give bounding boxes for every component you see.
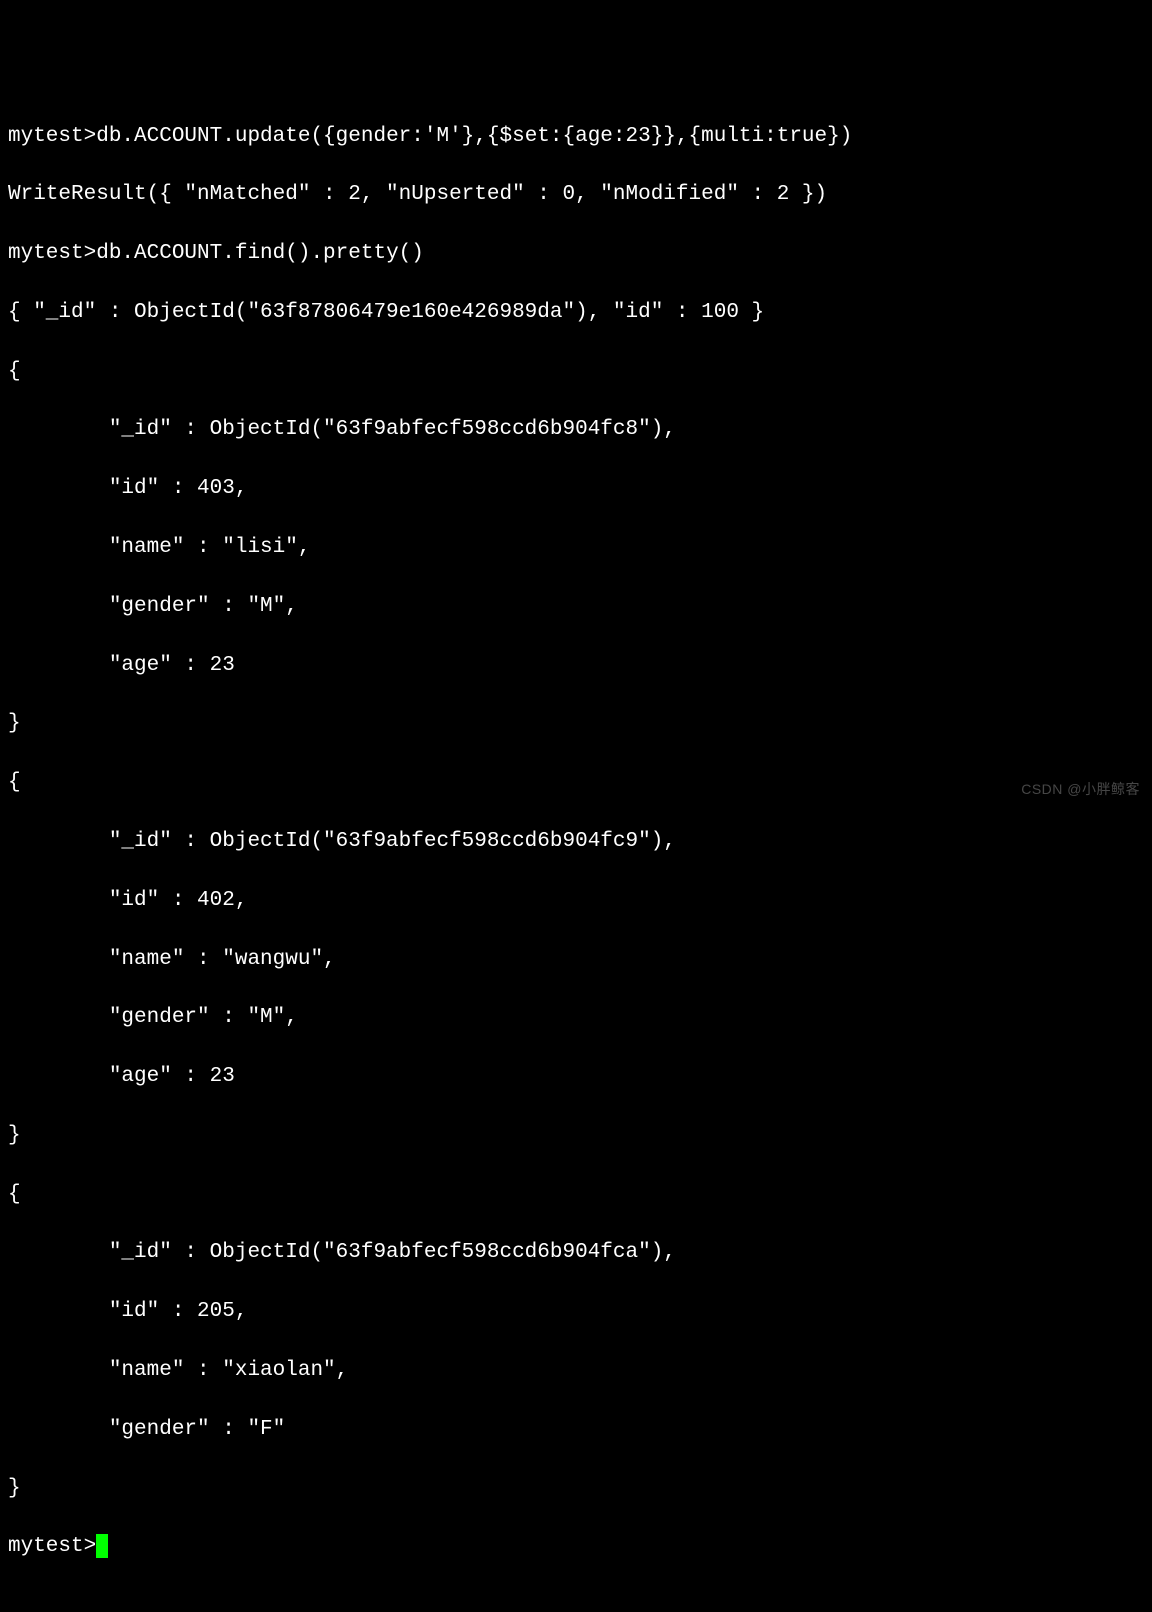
watermark: CSDN @小胖鲸客 <box>1021 780 1140 800</box>
brace-close: } <box>8 1474 1144 1503</box>
prompt: mytest> <box>8 242 96 265</box>
terminal-output: "_id" : ObjectId("63f9abfecf598ccd6b904f… <box>8 1238 1144 1267</box>
command: db.ACCOUNT.find().pretty() <box>96 242 424 265</box>
terminal-output: "age" : 23 <box>8 1062 1144 1091</box>
terminal-output: "age" : 23 <box>8 651 1144 680</box>
cursor-icon <box>96 1534 108 1558</box>
terminal-output: "id" : 205, <box>8 1297 1144 1326</box>
terminal-output: "_id" : ObjectId("63f9abfecf598ccd6b904f… <box>8 827 1144 856</box>
terminal-output: WriteResult({ "nMatched" : 2, "nUpserted… <box>8 180 1144 209</box>
terminal-output: "gender" : "F" <box>8 1415 1144 1444</box>
terminal-output: "id" : 403, <box>8 474 1144 503</box>
terminal-output: "_id" : ObjectId("63f9abfecf598ccd6b904f… <box>8 415 1144 444</box>
terminal-output: "gender" : "M", <box>8 592 1144 621</box>
prompt: mytest> <box>8 125 96 148</box>
terminal-line: mytest>db.ACCOUNT.find().pretty() <box>8 239 1144 268</box>
terminal-output: { "_id" : ObjectId("63f87806479e160e4269… <box>8 298 1144 327</box>
terminal-output: "name" : "xiaolan", <box>8 1356 1144 1385</box>
command: db.ACCOUNT.update({gender:'M'},{$set:{ag… <box>96 125 852 148</box>
terminal-output: "name" : "lisi", <box>8 533 1144 562</box>
prompt: mytest> <box>8 1535 96 1558</box>
terminal-output: "gender" : "M", <box>8 1003 1144 1032</box>
brace-close: } <box>8 709 1144 738</box>
brace-open: { <box>8 357 1144 386</box>
brace-open: { <box>8 1180 1144 1209</box>
brace-close: } <box>8 1121 1144 1150</box>
terminal-line: mytest>db.ACCOUNT.update({gender:'M'},{$… <box>8 122 1144 151</box>
terminal-output: "id" : 402, <box>8 886 1144 915</box>
terminal-output: "name" : "wangwu", <box>8 945 1144 974</box>
brace-open: { <box>8 768 1144 797</box>
terminal-line[interactable]: mytest> <box>8 1532 1144 1561</box>
